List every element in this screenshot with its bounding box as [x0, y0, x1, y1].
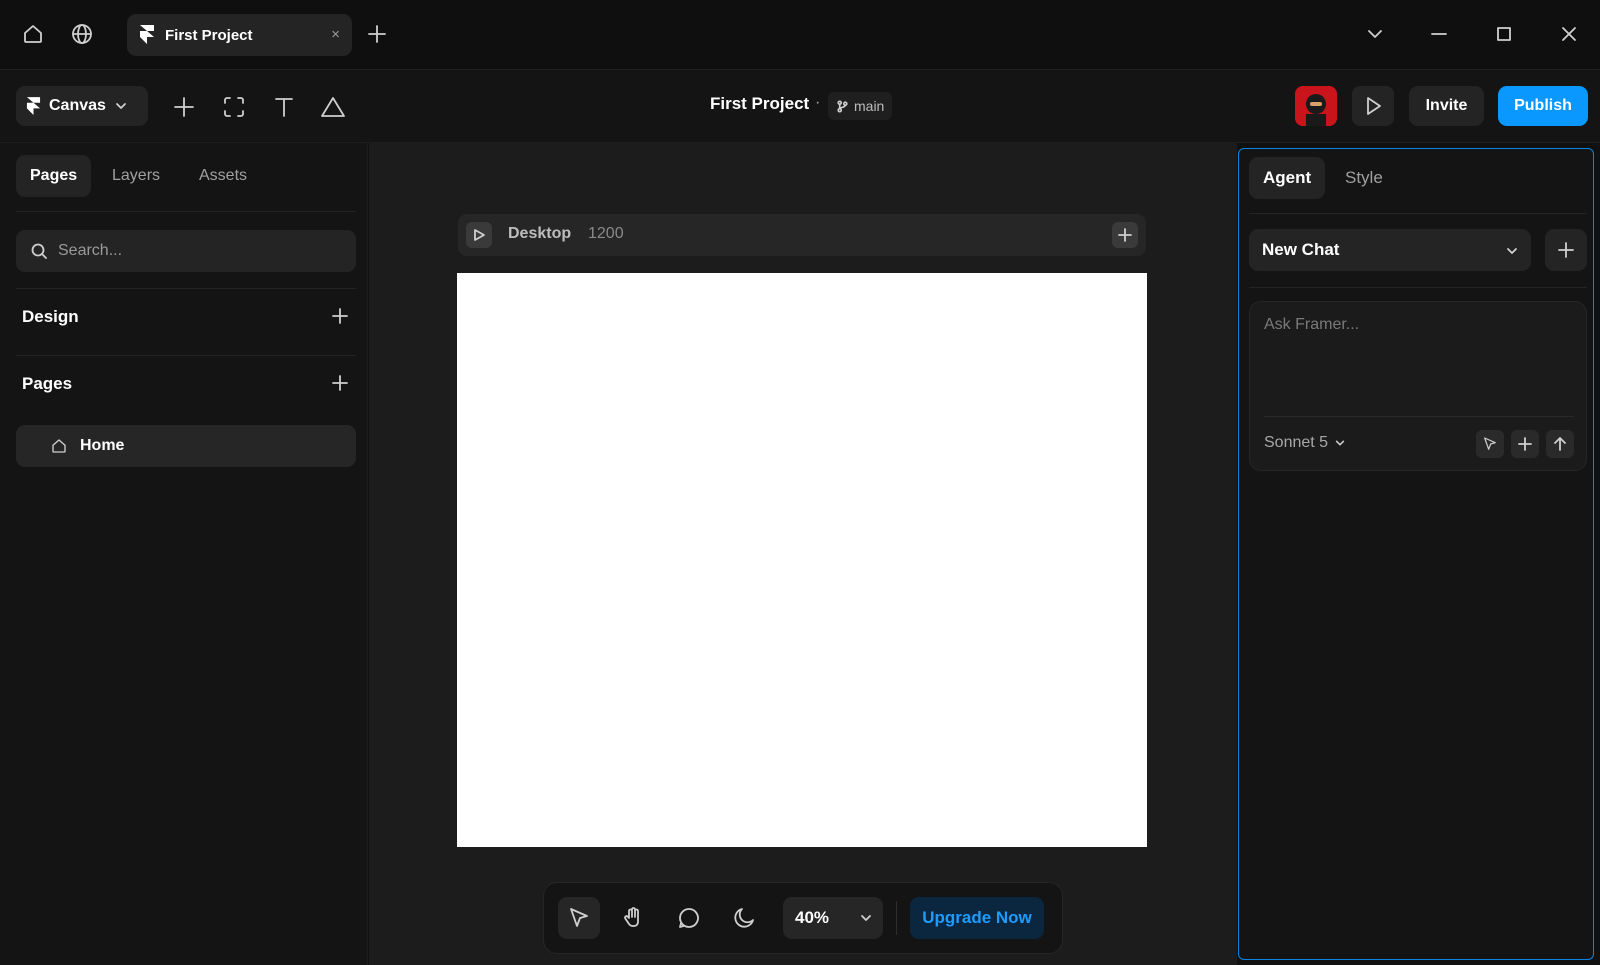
avatar[interactable]: [1295, 86, 1337, 126]
upgrade-button[interactable]: Upgrade Now: [910, 897, 1044, 939]
tab-first-project[interactable]: First Project ×: [127, 14, 352, 56]
send-button[interactable]: [1546, 430, 1574, 458]
hand-icon: [624, 907, 639, 927]
chevron-down-icon: [1335, 440, 1345, 446]
chat-select[interactable]: New Chat: [1249, 229, 1531, 271]
tab-pages[interactable]: Pages: [16, 155, 92, 197]
design-section-title: Design: [22, 307, 79, 326]
chat-input-box: Sonnet 5: [1249, 301, 1587, 471]
chevron-down-icon[interactable]: [1361, 20, 1389, 48]
divider: [1249, 287, 1587, 288]
close-window-icon[interactable]: [1555, 20, 1583, 48]
plus-icon: [1118, 228, 1132, 242]
divider: [896, 901, 897, 935]
comment-icon: [679, 908, 699, 928]
search-icon: [31, 243, 47, 259]
insert-icon[interactable]: [169, 92, 199, 122]
preview-button[interactable]: [1352, 86, 1394, 126]
select-tool-button[interactable]: [558, 897, 600, 939]
home-icon: [52, 439, 66, 453]
home-icon[interactable]: [19, 20, 47, 48]
chat-input[interactable]: [1264, 316, 1574, 396]
frame-header[interactable]: Desktop 1200: [458, 214, 1146, 256]
page-item-home[interactable]: Home: [16, 425, 356, 467]
desktop-frame[interactable]: [457, 273, 1147, 847]
maximize-icon[interactable]: [1490, 20, 1518, 48]
invite-button[interactable]: Invite: [1409, 86, 1484, 126]
hand-tool-button[interactable]: [612, 897, 654, 939]
text-tool-icon[interactable]: [269, 92, 299, 122]
tab-agent[interactable]: Agent: [1249, 157, 1326, 199]
close-tab-icon[interactable]: ×: [331, 26, 340, 43]
pages-section-title: Pages: [22, 374, 73, 393]
divider: [1249, 213, 1587, 214]
main-toolbar: Canvas First Project · main Invite Publi…: [0, 70, 1600, 143]
divider: [16, 288, 356, 289]
right-panel: Agent Style New Chat Sonnet 5: [1238, 148, 1594, 960]
tab-style[interactable]: Style: [1345, 157, 1383, 199]
frame-tool-icon[interactable]: [219, 92, 249, 122]
new-tab-icon[interactable]: [363, 20, 391, 48]
play-icon: [1367, 97, 1381, 115]
minimize-icon[interactable]: [1425, 20, 1453, 48]
branch-badge[interactable]: main: [828, 92, 893, 120]
frame-width: 1200: [588, 225, 624, 242]
title-bar: First Project ×: [0, 0, 1600, 70]
vector-tool-icon[interactable]: [318, 92, 348, 122]
zoom-select[interactable]: 40%: [783, 897, 883, 939]
project-title[interactable]: First Project: [710, 94, 809, 114]
model-label: Sonnet 5: [1264, 434, 1329, 451]
zoom-value: 40%: [795, 908, 830, 927]
branch-icon: [837, 99, 848, 113]
canvas-menu-button[interactable]: Canvas: [16, 86, 148, 126]
play-icon: [474, 229, 485, 241]
cursor-icon: [1484, 437, 1496, 450]
canvas-area[interactable]: Desktop 1200 40% Upgrade Now: [369, 143, 1237, 965]
page-item-label: Home: [80, 437, 125, 454]
divider: [16, 355, 356, 356]
plus-icon: [1558, 242, 1574, 258]
framer-logo-icon: [140, 25, 154, 44]
moon-icon: [734, 908, 754, 928]
chevron-down-icon: [861, 915, 871, 921]
frame-name: Desktop: [508, 225, 572, 242]
add-page-icon[interactable]: [327, 370, 353, 396]
add-design-icon[interactable]: [327, 303, 353, 329]
dark-mode-button[interactable]: [723, 897, 765, 939]
publish-button[interactable]: Publish: [1498, 86, 1588, 126]
canvas-label: Canvas: [49, 97, 106, 114]
chevron-down-icon: [116, 103, 126, 109]
title-separator: ·: [815, 94, 821, 111]
arrow-up-icon: [1554, 437, 1566, 451]
chevron-down-icon: [1507, 248, 1517, 254]
attach-button[interactable]: [1511, 430, 1539, 458]
tab-label: First Project: [165, 26, 253, 44]
frame-preview-button[interactable]: [466, 222, 492, 248]
add-breakpoint-button[interactable]: [1112, 222, 1138, 248]
new-chat-button[interactable]: [1545, 229, 1587, 271]
divider: [1264, 416, 1574, 417]
globe-icon[interactable]: [68, 20, 96, 48]
left-panel: Pages Layers Assets Design Pages Home: [0, 143, 368, 965]
search-box[interactable]: [16, 230, 356, 272]
divider: [16, 211, 356, 212]
tab-assets[interactable]: Assets: [199, 155, 247, 197]
search-input[interactable]: [58, 242, 338, 260]
cursor-icon: [570, 908, 588, 927]
plus-icon: [1518, 437, 1532, 451]
bottom-toolbar: 40% Upgrade Now: [543, 882, 1063, 954]
comment-tool-button[interactable]: [668, 897, 710, 939]
select-element-button[interactable]: [1476, 430, 1504, 458]
framer-logo-icon: [26, 96, 41, 115]
model-select[interactable]: Sonnet 5: [1264, 434, 1346, 452]
tab-layers[interactable]: Layers: [112, 155, 160, 197]
branch-label: main: [854, 98, 885, 114]
chat-title: New Chat: [1262, 240, 1340, 259]
